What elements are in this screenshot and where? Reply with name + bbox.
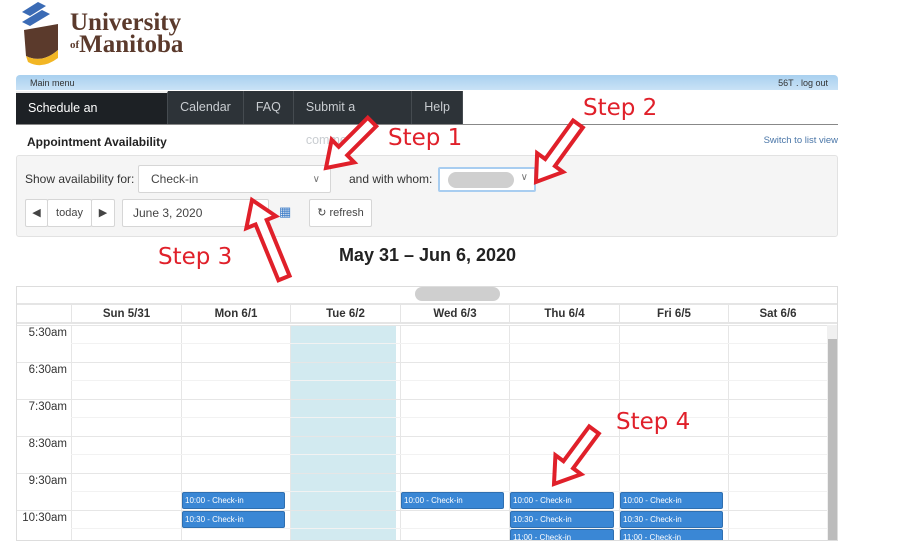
arrow-icon — [533, 117, 586, 185]
arrow-icon — [323, 114, 380, 171]
arrow-icon — [243, 196, 293, 283]
arrow-icon — [551, 423, 602, 487]
annotation-arrows — [243, 114, 602, 487]
